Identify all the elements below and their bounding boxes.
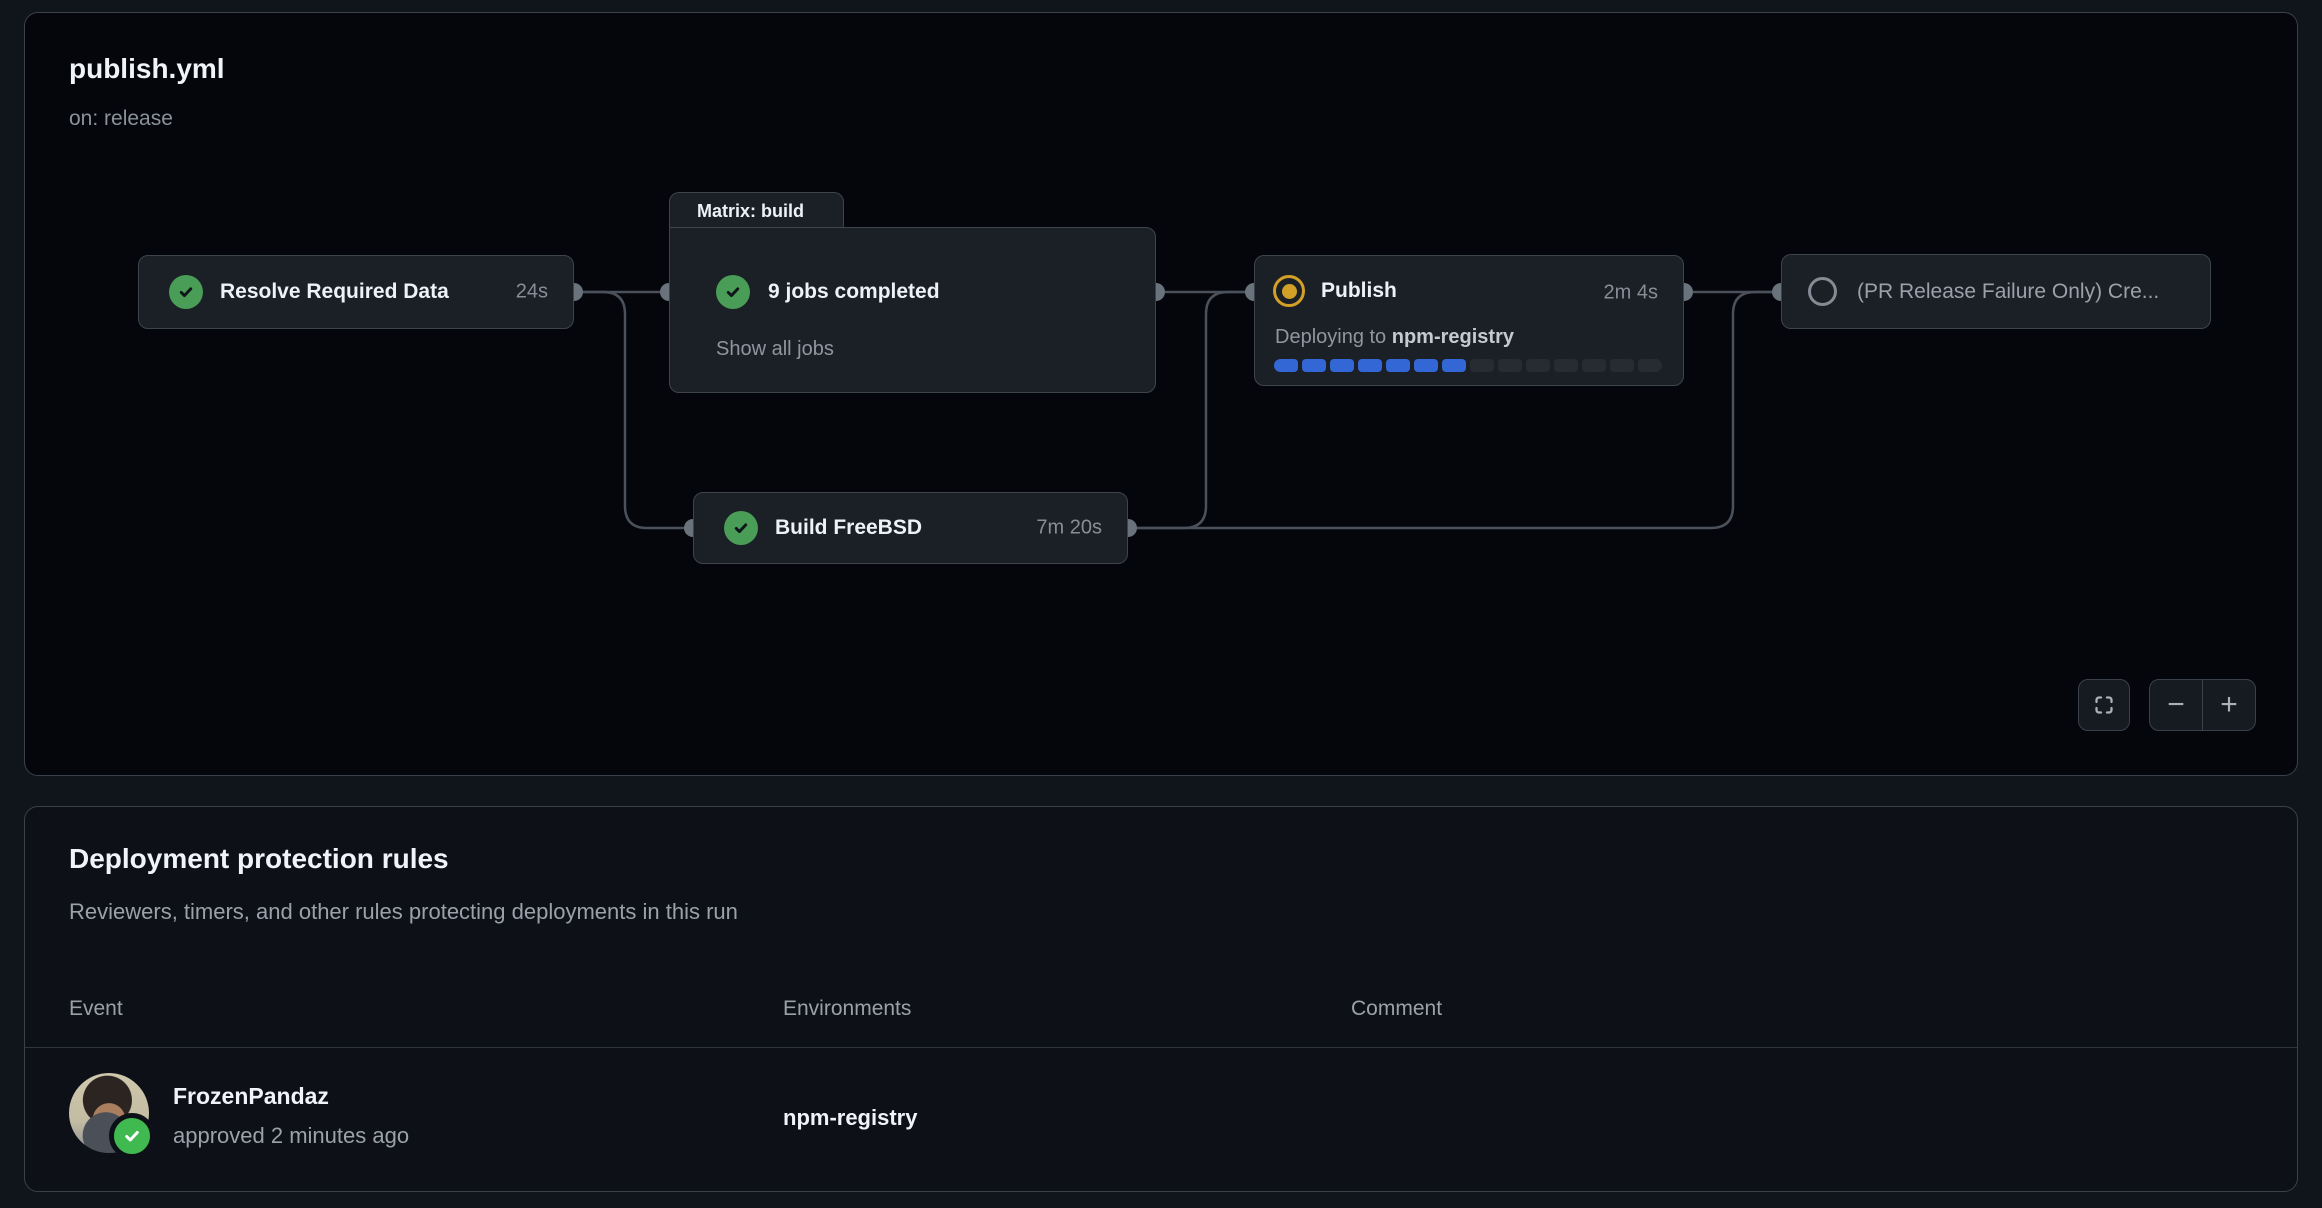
- job-node-resolve-required-data[interactable]: Resolve Required Data 24s: [138, 255, 574, 329]
- approval-status-text: approved 2 minutes ago: [173, 1123, 409, 1149]
- success-check-icon: [169, 275, 203, 309]
- progress-segment: [1358, 359, 1382, 372]
- fullscreen-icon: [2092, 693, 2116, 717]
- in-progress-icon: [1273, 275, 1305, 307]
- environment-name: npm-registry: [783, 1105, 917, 1131]
- progress-segment: [1554, 359, 1578, 372]
- job-node-label: Build FreeBSD: [775, 516, 922, 540]
- fullscreen-button[interactable]: [2078, 679, 2130, 731]
- zoom-out-button[interactable]: −: [2150, 680, 2203, 730]
- job-duration: 2m 4s: [1604, 282, 1658, 305]
- success-check-icon: [716, 275, 750, 309]
- job-duration: 7m 20s: [1036, 517, 1102, 540]
- progress-segment: [1526, 359, 1550, 372]
- progress-segment: [1414, 359, 1438, 372]
- rules-subtitle: Reviewers, timers, and other rules prote…: [69, 899, 738, 925]
- zoom-controls: − +: [2149, 679, 2256, 731]
- job-node-publish[interactable]: Publish 2m 4s Deploying to npm-registry: [1254, 255, 1684, 386]
- progress-segment: [1274, 359, 1298, 372]
- job-node-label: (PR Release Failure Only) Cre...: [1857, 280, 2159, 304]
- job-duration: 24s: [516, 281, 548, 304]
- progress-segment: [1386, 359, 1410, 372]
- deploy-environment: npm-registry: [1392, 326, 1514, 348]
- deploy-status-text: Deploying to npm-registry: [1275, 326, 1514, 349]
- progress-segment: [1498, 359, 1522, 372]
- success-check-icon: [724, 511, 758, 545]
- job-node-label: Resolve Required Data: [220, 280, 449, 304]
- job-node-matrix-build[interactable]: 9 jobs completed Show all jobs: [669, 227, 1156, 393]
- table-divider: [25, 1047, 2297, 1048]
- workflow-graph-panel: publish.yml on: release Resolve Required…: [24, 12, 2298, 776]
- progress-segment: [1442, 359, 1466, 372]
- progress-segment: [1638, 359, 1662, 372]
- progress-segment: [1610, 359, 1634, 372]
- reviewer-username: FrozenPandaz: [173, 1083, 329, 1110]
- zoom-in-button[interactable]: +: [2203, 680, 2255, 730]
- job-node-label: 9 jobs completed: [768, 280, 940, 304]
- approved-badge-icon: [109, 1113, 155, 1159]
- column-header-comment: Comment: [1351, 997, 1442, 1021]
- user-avatar[interactable]: [69, 1073, 149, 1153]
- rules-title: Deployment protection rules: [69, 843, 449, 875]
- job-node-label: Publish: [1321, 279, 1397, 303]
- progress-segment: [1582, 359, 1606, 372]
- column-header-environments: Environments: [783, 997, 911, 1021]
- progress-segment: [1302, 359, 1326, 372]
- workflow-title: publish.yml: [69, 53, 225, 85]
- progress-segment: [1330, 359, 1354, 372]
- show-all-jobs-link[interactable]: Show all jobs: [716, 338, 834, 361]
- deployment-protection-rules-panel: Deployment protection rules Reviewers, t…: [24, 806, 2298, 1192]
- workflow-edges: [25, 13, 2299, 777]
- job-node-pr-release-failure[interactable]: (PR Release Failure Only) Cre...: [1781, 254, 2211, 329]
- column-header-event: Event: [69, 997, 123, 1021]
- deploy-progress-bar: [1274, 359, 1662, 372]
- progress-segment: [1470, 359, 1494, 372]
- workflow-trigger: on: release: [69, 107, 173, 131]
- job-node-build-freebsd[interactable]: Build FreeBSD 7m 20s: [693, 492, 1128, 564]
- waiting-circle-icon: [1808, 277, 1837, 306]
